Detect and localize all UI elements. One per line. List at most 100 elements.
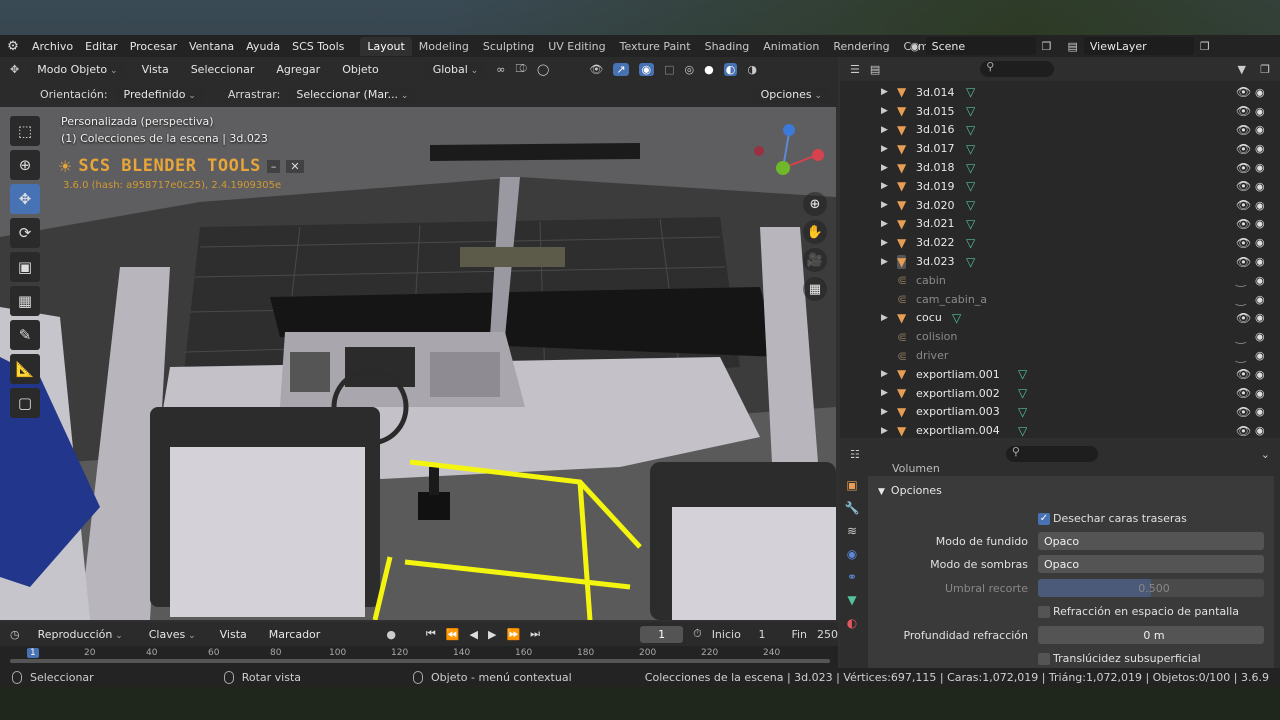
material-props-tab-icon[interactable]: ◐ — [847, 616, 857, 630]
end-frame-field[interactable]: 250 — [817, 628, 838, 641]
outliner-row[interactable]: ▶ ▼ 3d.014 ▽ 👁 ◉ — [840, 83, 1280, 102]
outliner-row[interactable]: ▶ ▼ cocu ▽ 👁 ◉ — [840, 309, 1280, 328]
expand-arrow-icon[interactable]: ▶ — [881, 144, 888, 154]
object-mode-dropdown[interactable]: Modo Objeto — [29, 60, 126, 78]
mesh-data-icon[interactable]: ▽ — [966, 198, 975, 212]
outliner-row-name[interactable]: colision — [916, 330, 957, 343]
backface-culling-checkbox[interactable]: ✓ — [1038, 513, 1050, 525]
outliner-editor-icon[interactable]: ☰ — [850, 63, 860, 76]
render-camera-icon[interactable]: ◉ — [1255, 86, 1265, 99]
outliner-row-name[interactable]: exportliam.002 — [916, 387, 1000, 400]
render-camera-icon[interactable]: ◉ — [1255, 330, 1265, 343]
shadow-mode-dropdown[interactable]: Opaco — [1038, 555, 1264, 573]
timeline-scrollbar[interactable] — [10, 659, 830, 663]
timeline-view-menu[interactable]: Vista — [214, 628, 253, 641]
wireframe-shading-icon[interactable]: ◎ — [685, 63, 695, 76]
tab-texture-paint[interactable]: Texture Paint — [613, 37, 698, 56]
annotate-tool-icon[interactable]: ✎ — [10, 320, 40, 350]
play-reverse-icon[interactable]: ◀ — [470, 628, 478, 641]
view-layer-icon[interactable]: ▤ — [1067, 40, 1077, 53]
visibility-eye-icon[interactable]: 👁 — [1236, 198, 1251, 212]
scale-tool-icon[interactable]: ▣ — [10, 252, 40, 282]
new-scene-icon[interactable]: ❐ — [1042, 40, 1052, 53]
render-camera-icon[interactable]: ◉ — [1255, 217, 1265, 230]
volume-section-header[interactable]: Volumen — [892, 462, 940, 472]
visibility-eye-icon[interactable]: 👁 — [1236, 104, 1251, 118]
outliner-row-name[interactable]: 3d.017 — [916, 142, 954, 155]
outliner-row[interactable]: ▶ ▼ 3d.017 ▽ 👁 ◉ — [840, 139, 1280, 158]
outliner-row[interactable]: ▶ ▼ 3d.016 ▽ 👁 ◉ — [840, 121, 1280, 140]
filter-icon[interactable]: ▼ — [1238, 63, 1246, 76]
rendered-shading-icon[interactable]: ◑ — [747, 63, 757, 76]
outliner-row-name[interactable]: cabin — [916, 274, 946, 287]
mesh-data-icon[interactable]: ▽ — [966, 104, 975, 118]
marker-menu[interactable]: Marcador — [263, 628, 327, 641]
jump-start-icon[interactable]: ⏮ — [426, 627, 436, 641]
menu-ayuda[interactable]: Ayuda — [240, 40, 286, 53]
outliner-row-name[interactable]: driver — [916, 349, 948, 362]
render-camera-icon[interactable]: ◉ — [1255, 123, 1265, 136]
outliner-row[interactable]: ▶ ▼ exportliam.004 ▽ 👁 ◉ — [840, 421, 1280, 440]
expand-arrow-icon[interactable]: ▶ — [881, 388, 888, 398]
mesh-data-icon[interactable]: ▽ — [1018, 405, 1027, 419]
visibility-eye-icon[interactable]: 👁 — [1236, 405, 1251, 419]
outliner-row[interactable]: ▶ ▼ 3d.019 ▽ 👁 ◉ — [840, 177, 1280, 196]
move-tool-icon[interactable]: ✥ — [10, 184, 40, 214]
hidden-eye-icon[interactable]: ‿ — [1236, 349, 1246, 363]
outliner-row[interactable]: ▶ ▼ exportliam.002 ▽ 👁 ◉ — [840, 384, 1280, 403]
proportional-edit-icon[interactable]: ◯ — [537, 63, 549, 76]
menu-ventana[interactable]: Ventana — [183, 40, 240, 53]
expand-arrow-icon[interactable]: ▶ — [881, 219, 888, 229]
playback-dropdown[interactable]: Reproducción — [30, 626, 131, 643]
overlay-icon[interactable]: ◉ — [638, 62, 655, 76]
timeline-editor-icon[interactable]: ◷ — [10, 628, 20, 641]
outliner-row[interactable]: ▶ ▼ 3d.020 ▽ 👁 ◉ — [840, 196, 1280, 215]
prev-keyframe-icon[interactable]: ⏪ — [446, 628, 460, 641]
visibility-eye-icon[interactable]: 👁 — [1236, 367, 1251, 381]
start-frame-field[interactable]: 1 — [751, 628, 765, 641]
mesh-data-icon[interactable]: ▽ — [966, 236, 975, 250]
particles-props-tab-icon[interactable]: ≋ — [847, 524, 857, 538]
visibility-eye-icon[interactable]: 👁 — [1236, 85, 1251, 99]
object-props-tab-icon[interactable]: ▣ — [846, 478, 857, 492]
subsurface-checkbox[interactable] — [1038, 653, 1050, 665]
expand-arrow-icon[interactable]: ▶ — [881, 369, 888, 379]
outliner-row-name[interactable]: 3d.019 — [916, 180, 954, 193]
outliner-row-name[interactable]: exportliam.001 — [916, 368, 1000, 381]
menu-vista[interactable]: Vista — [136, 63, 175, 76]
hidden-eye-icon[interactable]: ‿ — [1236, 292, 1246, 306]
outliner-row[interactable]: ▶ ▼ exportliam.001 ▽ 👁 ◉ — [840, 365, 1280, 384]
hidden-eye-icon[interactable]: ‿ — [1236, 330, 1246, 344]
render-camera-icon[interactable]: ◉ — [1255, 180, 1265, 193]
outliner-row-name[interactable]: exportliam.004 — [916, 424, 1000, 437]
render-camera-icon[interactable]: ◉ — [1255, 105, 1265, 118]
orientation-dropdown[interactable]: Predefinido — [115, 85, 204, 103]
render-camera-icon[interactable]: ◉ — [1255, 161, 1265, 174]
transform-tool-icon[interactable]: ▦ — [10, 286, 40, 316]
physics-props-tab-icon[interactable]: ◉ — [847, 547, 857, 561]
visibility-eye-icon[interactable]: 👁 — [1236, 311, 1251, 325]
menu-objeto[interactable]: Objeto — [336, 63, 385, 76]
tab-sculpting[interactable]: Sculpting — [476, 37, 541, 56]
mesh-data-icon[interactable]: ▽ — [952, 311, 961, 325]
play-icon[interactable]: ▶ — [488, 628, 496, 641]
outliner-row[interactable]: ▶ ▼ 3d.021 ▽ 👁 ◉ — [840, 215, 1280, 234]
blender-logo-icon[interactable]: ⚙ — [0, 39, 26, 54]
menu-scs-tools[interactable]: SCS Tools — [286, 40, 350, 53]
cursor-tool-icon[interactable]: ⊕ — [10, 150, 40, 180]
material-shading-icon[interactable]: ◐ — [723, 62, 738, 76]
measure-tool-icon[interactable]: 📐 — [10, 354, 40, 384]
outliner-row-name[interactable]: 3d.018 — [916, 161, 954, 174]
outliner-row-name[interactable]: 3d.016 — [916, 123, 954, 136]
menu-editar[interactable]: Editar — [79, 40, 124, 53]
tab-modeling[interactable]: Modeling — [412, 37, 476, 56]
render-camera-icon[interactable]: ◉ — [1255, 387, 1265, 400]
outliner-row[interactable]: ▶ ▼ 3d.018 ▽ 👁 ◉ — [840, 158, 1280, 177]
render-camera-icon[interactable]: ◉ — [1255, 311, 1265, 324]
keys-dropdown[interactable]: Claves — [141, 626, 204, 643]
jump-end-icon[interactable]: ⏭ — [530, 627, 540, 641]
render-camera-icon[interactable]: ◉ — [1255, 368, 1265, 381]
outliner-row-name[interactable]: 3d.015 — [916, 105, 954, 118]
visibility-eye-icon[interactable]: 👁 — [1236, 255, 1251, 269]
mesh-data-icon[interactable]: ▽ — [966, 123, 975, 137]
